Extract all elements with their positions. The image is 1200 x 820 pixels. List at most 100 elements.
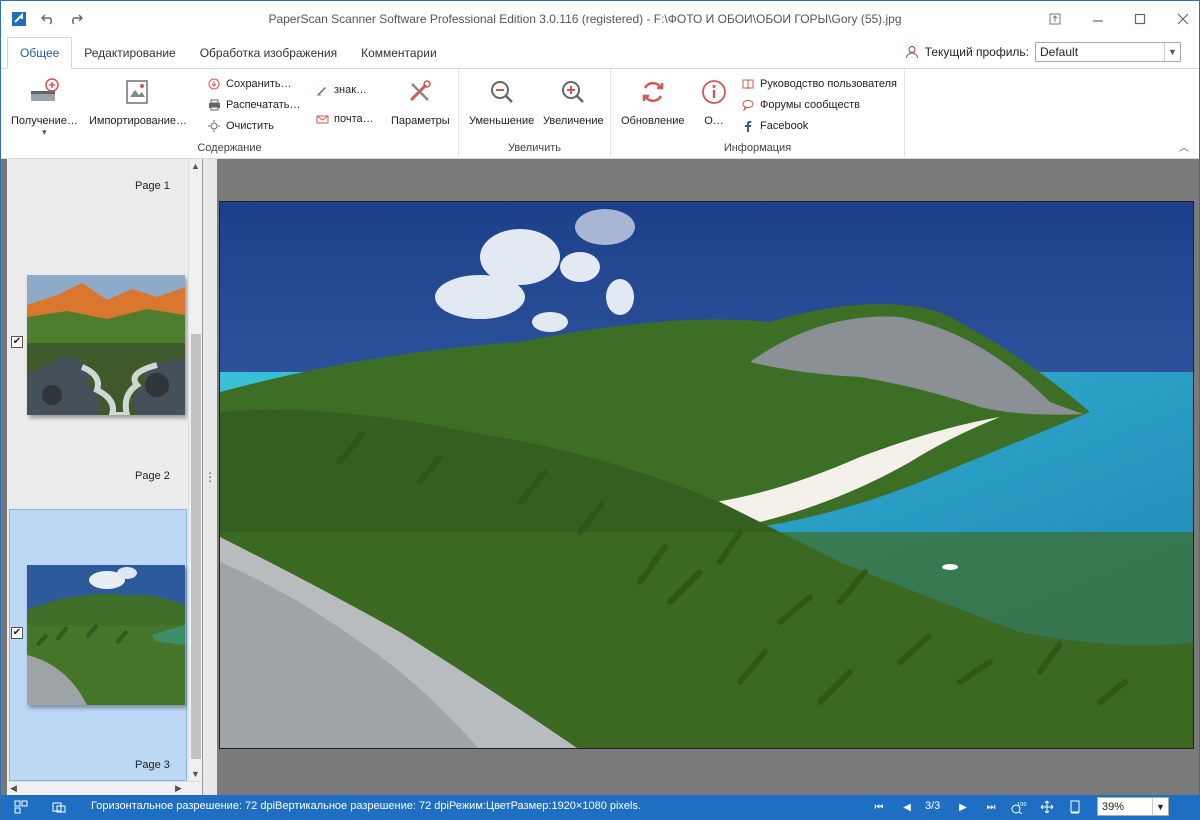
first-page-icon[interactable]: ⏮ [871,799,887,815]
thumbnail-checkbox-page-1[interactable]: ✔ [11,336,23,348]
zoom-in-label: Увеличение [543,115,604,127]
save-label: Сохранить… [226,78,292,90]
maximize-icon[interactable] [1134,13,1146,25]
settings-button[interactable]: Параметры [391,75,450,127]
pin-icon[interactable] [1049,13,1061,25]
thumbnail-image-mountain-stream [27,275,185,415]
manual-label: Руководство пользователя [760,78,897,90]
next-page-icon[interactable]: ▶ [955,799,971,815]
zoom-out-button[interactable]: Уменьшение [469,75,534,127]
chevron-up-icon[interactable]: ▲ [191,161,200,171]
group-zoom-label: Увеличить [507,142,562,154]
actual-size-icon[interactable]: 100 [1011,799,1027,815]
thumbnails-toggle-icon[interactable] [13,799,29,815]
tab-comments[interactable]: Комментарии [349,38,449,68]
tab-editing[interactable]: Редактирование [72,38,187,68]
redo-icon[interactable] [69,13,83,25]
thumbnail-checkbox-page-2[interactable]: ✔ [11,627,23,639]
chevron-down-icon[interactable]: ▼ [191,769,200,779]
ribbon: Получение… ▾ Импортирование… Сохранить… … [1,69,1199,159]
about-button[interactable]: О… [697,75,731,127]
forums-link[interactable]: Форумы сообществ [741,98,860,112]
fit-page-icon[interactable] [1067,799,1083,815]
main-image[interactable] [219,201,1194,749]
thumbnail-vertical-scrollbar[interactable]: ▲ ▼ [188,159,202,781]
print-label: Распечатать… [226,99,301,111]
profile-dropdown[interactable]: Default ▼ [1035,42,1181,62]
group-info-label: Информация [723,142,792,154]
close-icon[interactable] [1177,13,1189,25]
thumbnail-label-page-3: Page 3 [135,759,170,771]
zoom-dropdown[interactable]: 39% ▼ [1097,797,1169,816]
thumbnail-page-1[interactable] [27,275,185,415]
zoom-in-icon [556,75,590,109]
sign-button[interactable]: знак… [315,83,367,97]
window-controls [1049,13,1199,25]
image-viewer[interactable] [217,159,1199,795]
save-button[interactable]: Сохранить… [207,77,292,91]
thumbnail-label-page-1: Page 1 [135,180,170,192]
tab-image-processing[interactable]: Обработка изображения [188,38,349,68]
acquire-button[interactable]: Получение… ▾ [11,75,78,138]
acquire-label: Получение… [11,115,78,127]
manual-link[interactable]: Руководство пользователя [741,77,897,91]
quick-access-toolbar [1,11,121,27]
import-image-icon [121,75,155,109]
thumbnail-horizontal-scrollbar[interactable]: ◀ ▶ [7,781,202,795]
pen-icon [315,83,329,97]
chevron-right-icon[interactable]: ▶ [175,783,182,794]
main-image-tropical-beach [220,202,1193,748]
sign-label: знак… [334,84,368,96]
acquire-dropdown-icon[interactable]: ▾ [42,127,47,138]
undo-icon[interactable] [41,13,55,25]
fit-window-icon[interactable] [1039,799,1055,815]
layout-toggle-icon[interactable] [51,799,67,815]
profile-label: Текущий профиль: [924,45,1029,59]
clear-button[interactable]: Очистить [207,119,274,133]
tools-icon [403,75,437,109]
thumbnail-image-tropical-beach [27,565,185,705]
chevron-down-icon[interactable]: ▼ [1152,798,1168,815]
chat-icon [741,98,755,112]
splitter-grip-icon: ⋮ [204,470,216,484]
mail-label: почта… [334,113,374,125]
group-zoom: Уменьшение Увеличение Увеличить [459,69,611,157]
facebook-label: Facebook [760,120,809,132]
zoom-out-label: Уменьшение [469,115,535,127]
workspace: Page 1 ✔ Page 2 ✔ Page 3 ▲ ▼ ◀ ▶ ⋮ [1,159,1199,795]
page-indicator: 3/3 [925,800,941,812]
minimize-icon[interactable] [1092,13,1104,25]
mail-button[interactable]: почта… [315,112,374,126]
zoom-in-button[interactable]: Увеличение [543,75,604,127]
about-label: О… [704,115,724,127]
settings-label: Параметры [391,115,450,127]
status-text: Горизонтальное разрешение: 72 dpiВертика… [91,800,642,812]
import-button[interactable]: Импортирование… [89,75,187,127]
clear-icon [207,119,221,133]
chevron-left-icon[interactable]: ◀ [10,783,17,794]
collapse-ribbon-icon[interactable]: ︿ [1179,139,1189,154]
print-button[interactable]: Распечатать… [207,98,300,112]
scanner-icon [27,75,61,109]
thumbnail-panel: Page 1 ✔ Page 2 ✔ Page 3 ▲ ▼ ◀ ▶ [7,159,203,795]
profile-selector: Текущий профиль: Default ▼ [905,42,1181,62]
update-label: Обновление [621,115,685,127]
info-icon [697,75,731,109]
profile-value: Default [1040,45,1079,59]
thumbnail-page-2[interactable] [27,565,185,705]
import-label: Импортирование… [89,115,188,127]
previous-page-icon[interactable]: ◀ [899,799,915,815]
svg-text:100: 100 [1017,802,1027,808]
facebook-link[interactable]: Facebook [741,119,808,133]
status-bar: Горизонтальное разрешение: 72 dpiВертика… [1,795,1199,819]
thumbnail-scroll-thumb[interactable] [191,334,201,759]
user-profile-icon [905,45,919,59]
last-page-icon[interactable]: ⏭ [983,799,999,815]
update-button[interactable]: Обновление [621,75,685,127]
zoom-value: 39% [1102,800,1125,813]
app-logo-icon [11,11,27,27]
panel-splitter[interactable]: ⋮ [203,159,217,795]
facebook-icon [741,119,755,133]
tab-general[interactable]: Общее [7,37,73,69]
chevron-down-icon[interactable]: ▼ [1164,43,1180,61]
